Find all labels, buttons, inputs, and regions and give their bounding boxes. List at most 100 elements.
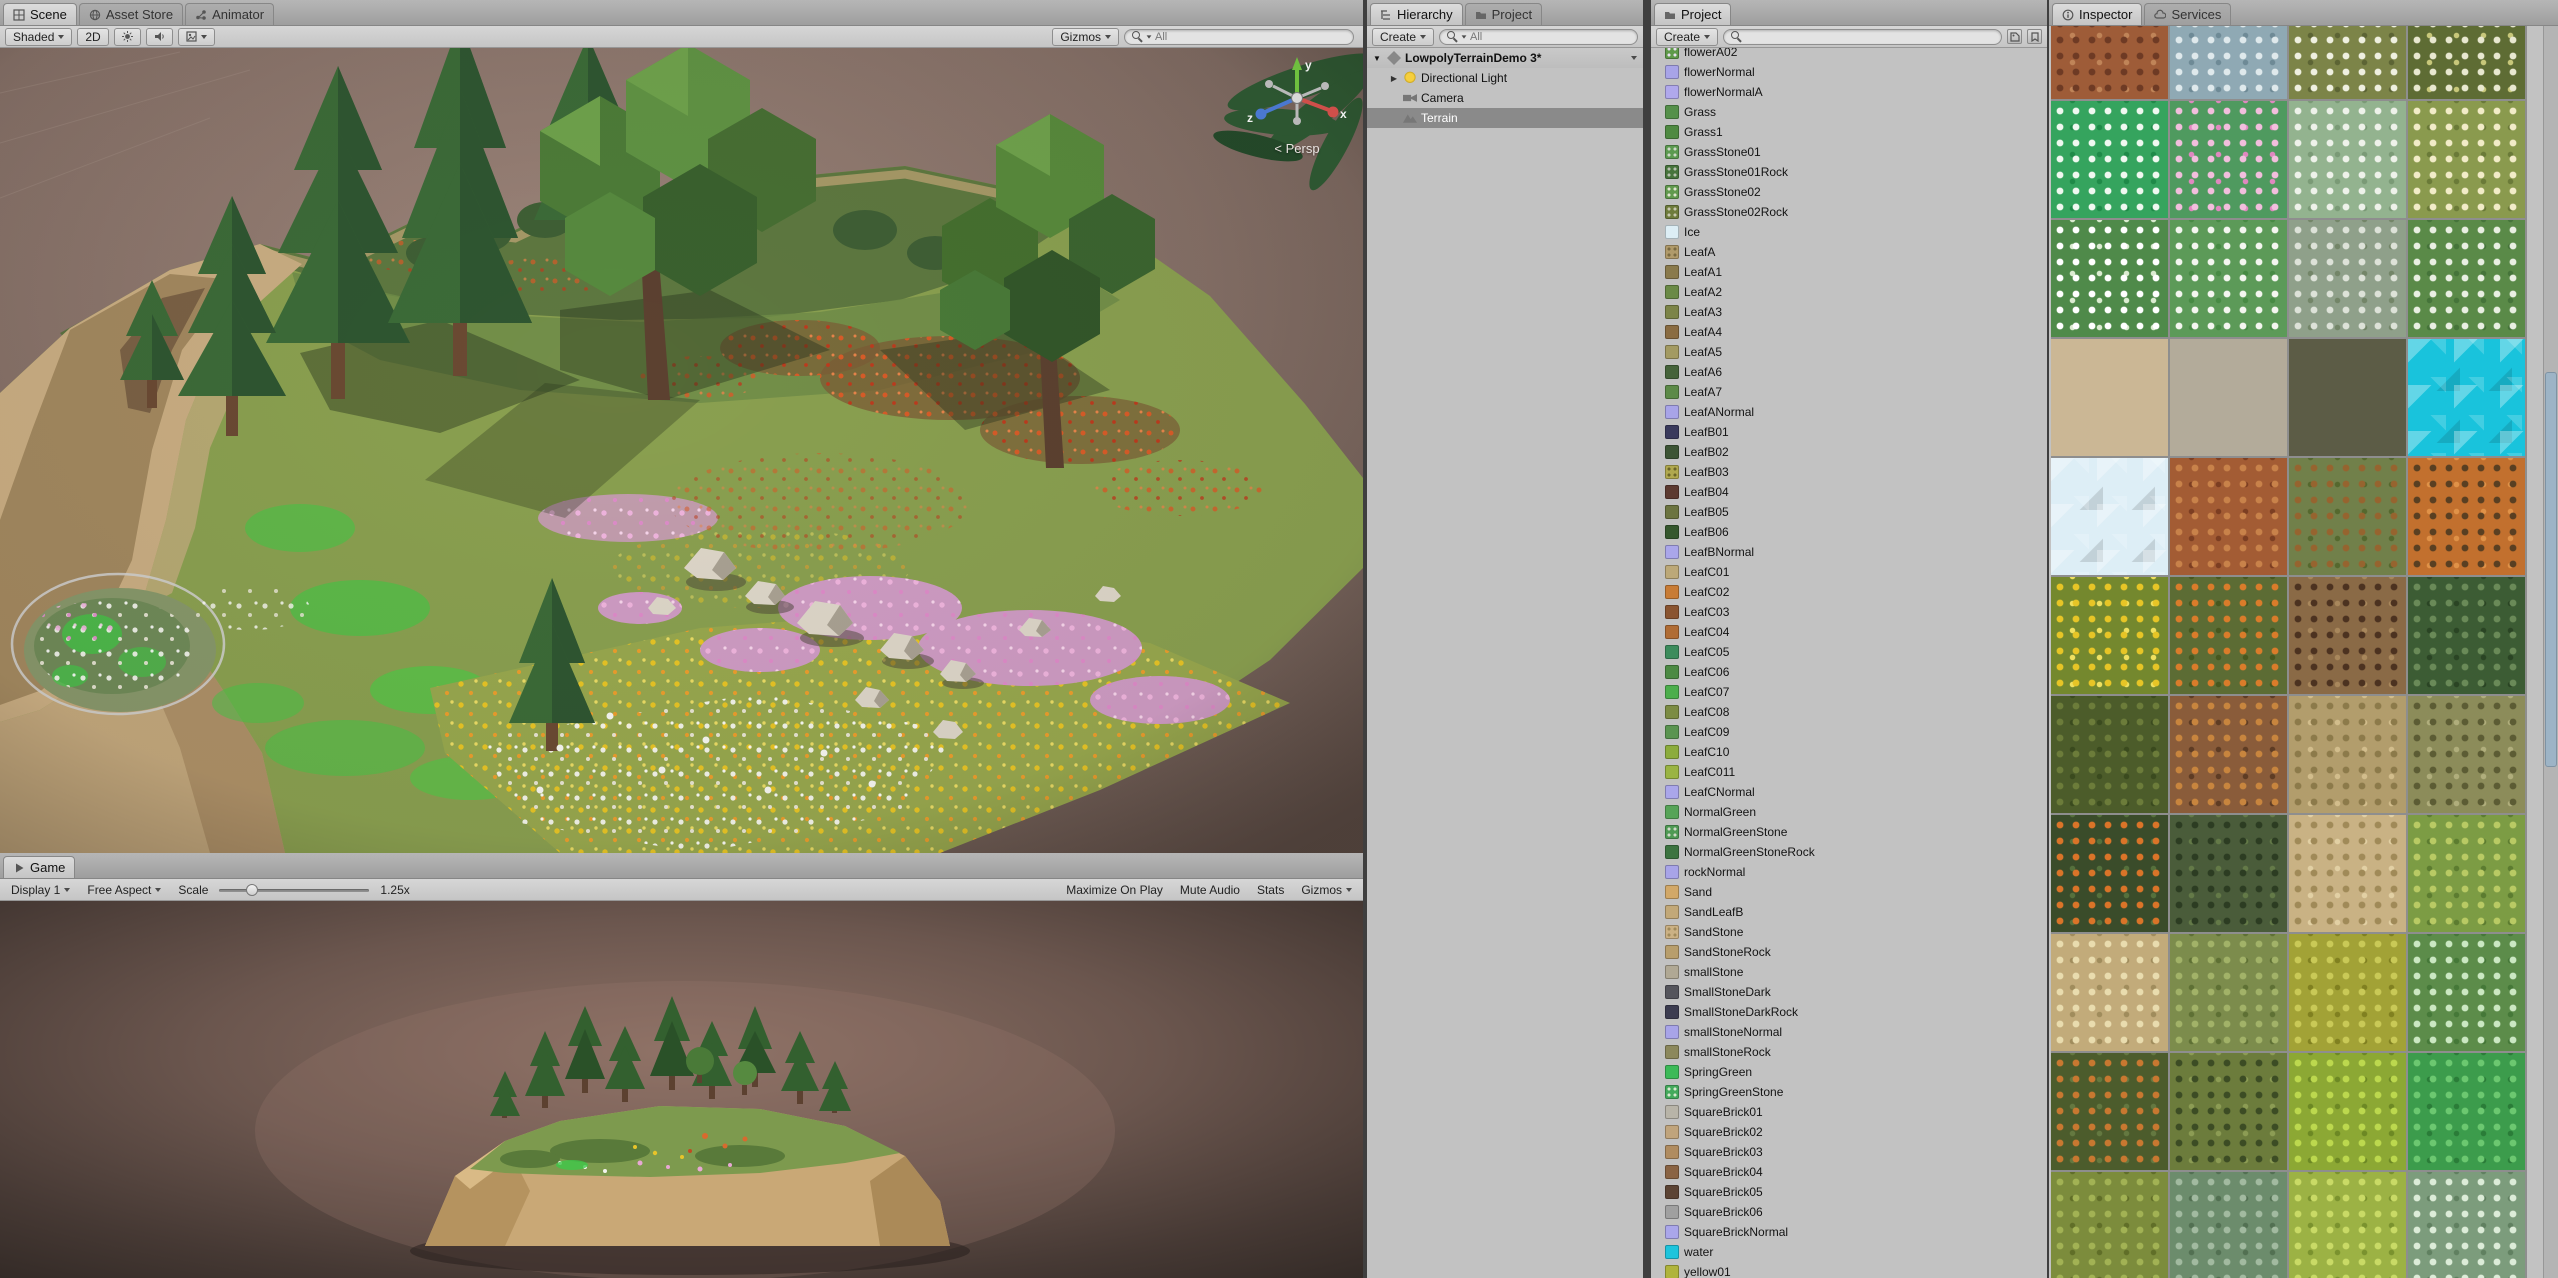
asset-row[interactable]: GrassStone02Rock xyxy=(1651,202,2047,222)
project-create-button[interactable]: Create xyxy=(1656,27,1719,46)
texture-swatch[interactable] xyxy=(2408,26,2525,99)
display-dropdown[interactable]: Display 1 xyxy=(5,880,76,900)
asset-row[interactable]: LeafANormal xyxy=(1651,402,2047,422)
tab-services[interactable]: Services xyxy=(2144,3,2232,25)
asset-row[interactable]: LeafC10 xyxy=(1651,742,2047,762)
texture-swatch[interactable] xyxy=(2289,339,2406,456)
foldout-open-icon[interactable]: ▼ xyxy=(1373,54,1383,63)
texture-swatch[interactable] xyxy=(2408,577,2525,694)
asset-row[interactable]: Ice xyxy=(1651,222,2047,242)
scene-context-menu-icon[interactable] xyxy=(1631,56,1637,60)
texture-swatch[interactable] xyxy=(2051,339,2168,456)
asset-row[interactable]: LeafB03 xyxy=(1651,462,2047,482)
asset-row[interactable]: LeafA7 xyxy=(1651,382,2047,402)
asset-row[interactable]: flowerNormal xyxy=(1651,62,2047,82)
texture-swatch[interactable] xyxy=(2289,220,2406,337)
texture-swatch[interactable] xyxy=(2051,1172,2168,1278)
scene-gizmos-dropdown[interactable]: Gizmos xyxy=(1052,27,1119,46)
asset-row[interactable]: LeafB04 xyxy=(1651,482,2047,502)
texture-swatch[interactable] xyxy=(2170,339,2287,456)
foldout-closed-icon[interactable]: ▶ xyxy=(1389,74,1399,83)
search-by-label-button[interactable] xyxy=(2027,29,2042,44)
texture-swatch[interactable] xyxy=(2408,815,2525,932)
texture-swatch[interactable] xyxy=(2170,101,2287,218)
asset-row[interactable]: LeafC09 xyxy=(1651,722,2047,742)
asset-row[interactable]: SquareBrick01 xyxy=(1651,1102,2047,1122)
asset-row[interactable]: SandStoneRock xyxy=(1651,942,2047,962)
tab-project-docked[interactable]: Project xyxy=(1464,3,1543,25)
asset-row[interactable]: SquareBrickNormal xyxy=(1651,1222,2047,1242)
tab-scene[interactable]: Scene xyxy=(3,3,77,25)
game-viewport[interactable] xyxy=(0,901,1363,1278)
texture-swatch[interactable] xyxy=(2289,934,2406,1051)
texture-swatch[interactable] xyxy=(2289,1053,2406,1170)
asset-row[interactable]: SandStone xyxy=(1651,922,2047,942)
texture-swatch[interactable] xyxy=(2051,458,2168,575)
perspective-mode-label[interactable]: < Persp xyxy=(1245,141,1349,156)
asset-row[interactable]: LeafCNormal xyxy=(1651,782,2047,802)
asset-row[interactable]: LeafC03 xyxy=(1651,602,2047,622)
hierarchy-item-camera[interactable]: Camera xyxy=(1367,88,1643,108)
asset-row[interactable]: LeafC02 xyxy=(1651,582,2047,602)
texture-swatch[interactable] xyxy=(2051,696,2168,813)
texture-swatch[interactable] xyxy=(2408,339,2525,456)
asset-row[interactable]: NormalGreen xyxy=(1651,802,2047,822)
mute-audio-toggle[interactable]: Mute Audio xyxy=(1174,880,1246,900)
texture-swatch[interactable] xyxy=(2170,220,2287,337)
texture-swatch[interactable] xyxy=(2051,1053,2168,1170)
asset-row[interactable]: LeafBNormal xyxy=(1651,542,2047,562)
texture-swatch[interactable] xyxy=(2289,101,2406,218)
inspector-scrollbar[interactable] xyxy=(2543,26,2558,1278)
texture-swatch[interactable] xyxy=(2170,1053,2287,1170)
texture-swatch[interactable] xyxy=(2408,101,2525,218)
asset-row[interactable]: SquareBrick02 xyxy=(1651,1122,2047,1142)
asset-row[interactable]: SquareBrick03 xyxy=(1651,1142,2047,1162)
asset-row[interactable]: LeafC08 xyxy=(1651,702,2047,722)
scene-audio-toggle[interactable] xyxy=(145,27,173,46)
asset-row[interactable]: water xyxy=(1651,1242,2047,1262)
asset-row[interactable]: LeafC011 xyxy=(1651,762,2047,782)
asset-row[interactable]: LeafA1 xyxy=(1651,262,2047,282)
texture-swatch[interactable] xyxy=(2408,696,2525,813)
texture-swatch[interactable] xyxy=(2289,1172,2406,1278)
texture-swatch[interactable] xyxy=(2170,1172,2287,1278)
asset-row[interactable]: LeafB01 xyxy=(1651,422,2047,442)
scene-effects-dropdown[interactable] xyxy=(177,27,215,46)
texture-swatch[interactable] xyxy=(2170,815,2287,932)
hierarchy-create-button[interactable]: Create xyxy=(1372,27,1435,46)
scene-search-input[interactable]: All xyxy=(1124,28,1354,45)
maximize-on-play-toggle[interactable]: Maximize On Play xyxy=(1060,880,1169,900)
asset-row[interactable]: smallStone xyxy=(1651,962,2047,982)
texture-swatch[interactable] xyxy=(2051,577,2168,694)
asset-row[interactable]: SandLeafB xyxy=(1651,902,2047,922)
texture-swatch[interactable] xyxy=(2051,101,2168,218)
asset-row[interactable]: NormalGreenStoneRock xyxy=(1651,842,2047,862)
asset-row[interactable]: NormalGreenStone xyxy=(1651,822,2047,842)
tab-inspector[interactable]: Inspector xyxy=(2052,3,2143,25)
texture-swatch[interactable] xyxy=(2170,696,2287,813)
texture-swatch[interactable] xyxy=(2170,26,2287,99)
axis-gizmo-icon[interactable]: y x z xyxy=(1245,54,1349,140)
asset-row[interactable]: LeafA6 xyxy=(1651,362,2047,382)
tab-asset-store[interactable]: Asset Store xyxy=(78,3,184,25)
texture-swatch[interactable] xyxy=(2289,815,2406,932)
render-mode-dropdown[interactable]: Shaded xyxy=(5,27,73,46)
tab-hierarchy[interactable]: Hierarchy xyxy=(1370,3,1463,25)
texture-swatch[interactable] xyxy=(2170,458,2287,575)
texture-swatch[interactable] xyxy=(2051,815,2168,932)
asset-row[interactable]: SpringGreenStone xyxy=(1651,1082,2047,1102)
texture-swatch[interactable] xyxy=(2289,577,2406,694)
inspector-scrollbar-thumb[interactable] xyxy=(2545,372,2557,767)
texture-swatch[interactable] xyxy=(2408,220,2525,337)
texture-swatch[interactable] xyxy=(2170,934,2287,1051)
asset-row[interactable]: LeafA5 xyxy=(1651,342,2047,362)
texture-swatch[interactable] xyxy=(2408,1053,2525,1170)
scene-orientation-gizmo[interactable]: y x z < Persp xyxy=(1245,54,1349,156)
tab-game[interactable]: Game xyxy=(3,856,76,878)
asset-row[interactable]: SmallStoneDarkRock xyxy=(1651,1002,2047,1022)
asset-row[interactable]: SquareBrick05 xyxy=(1651,1182,2047,1202)
asset-row[interactable]: flowerNormalA xyxy=(1651,82,2047,102)
texture-swatch[interactable] xyxy=(2408,1172,2525,1278)
search-by-type-button[interactable] xyxy=(2007,29,2022,44)
asset-row[interactable]: SquareBrick06 xyxy=(1651,1202,2047,1222)
